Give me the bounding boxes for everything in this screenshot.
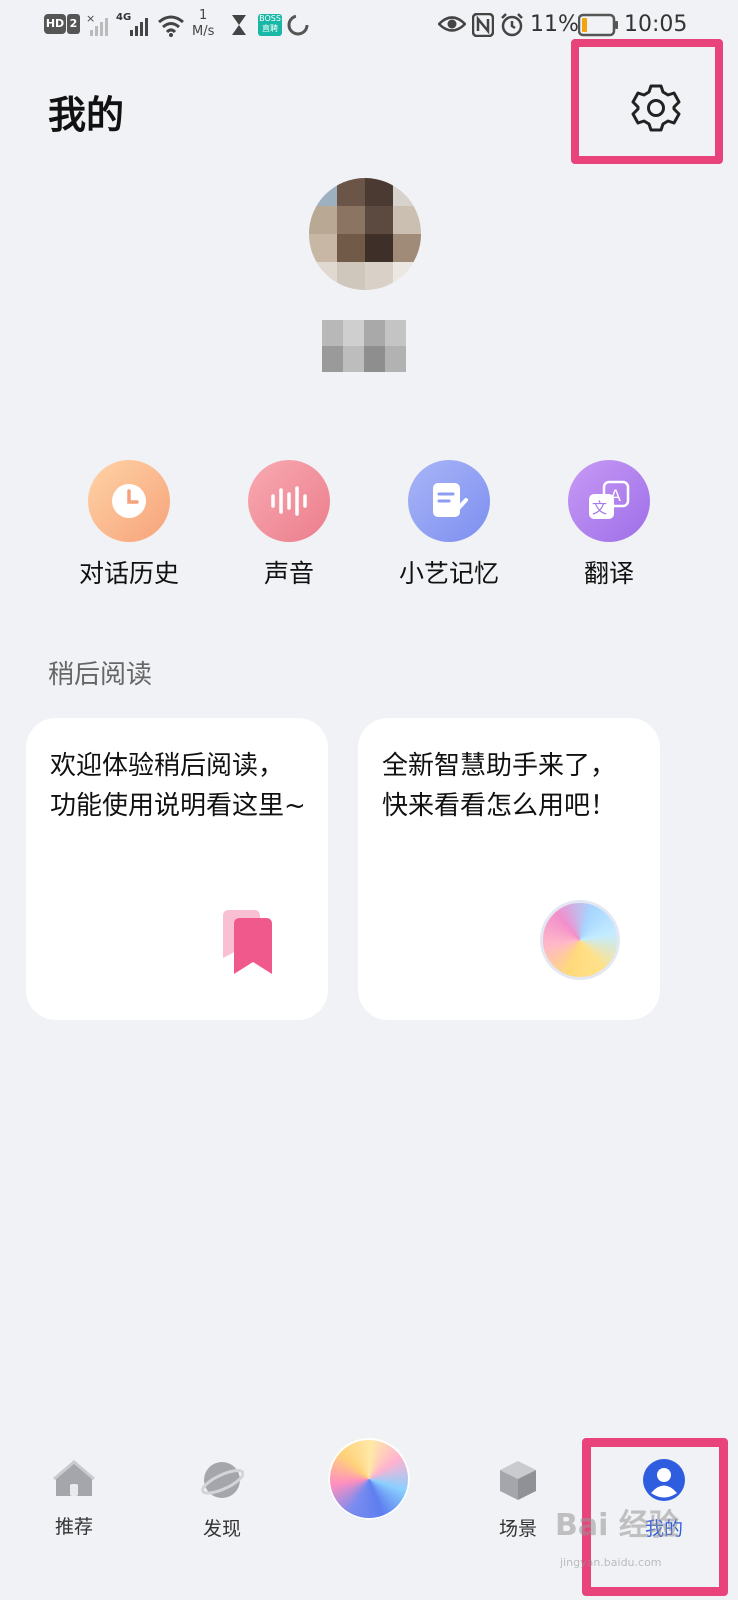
page-title: 我的	[48, 93, 125, 137]
celia-orb-icon	[540, 900, 620, 980]
avatar[interactable]	[309, 178, 421, 290]
svg-text:文: 文	[592, 499, 607, 517]
signal-icon	[130, 18, 148, 36]
svg-text:×: ×	[86, 12, 95, 25]
cube-icon	[500, 1461, 536, 1500]
quick-action-voice[interactable]: 声音	[214, 460, 364, 590]
nav-label: 场景	[498, 1518, 537, 1540]
nav-item-discover[interactable]: 发现	[172, 1458, 272, 1541]
hd-badge: HD	[44, 14, 66, 34]
waveform-icon	[248, 460, 330, 542]
nav-label: 发现	[202, 1518, 241, 1540]
nfc-icon	[472, 13, 494, 37]
nav-label: 推荐	[54, 1516, 93, 1538]
card-text: 全新智慧助手来了，快来看看怎么用吧！	[382, 751, 617, 821]
quick-action-memory[interactable]: 小艺记忆	[374, 460, 524, 590]
notepad-pen-icon	[408, 460, 490, 542]
clock-time: 10:05	[624, 12, 688, 37]
quick-action-translate[interactable]: A文 翻译	[534, 460, 684, 590]
card-text: 欢迎体验稍后阅读，功能使用说明看这里~	[50, 751, 306, 821]
clock-icon	[88, 460, 170, 542]
wifi-icon	[158, 15, 184, 37]
quick-action-history[interactable]: 对话历史	[54, 460, 204, 590]
alarm-icon	[501, 13, 523, 37]
eye-icon	[438, 16, 466, 32]
loading-circle-icon	[287, 14, 309, 36]
battery-percent: 11%	[530, 12, 579, 37]
nav-item-scenes[interactable]: 场景	[468, 1458, 568, 1541]
home-icon	[53, 1460, 95, 1496]
section-title-later-reading: 稍后阅读	[48, 660, 153, 690]
hourglass-icon	[232, 15, 246, 35]
watermark: Bai 经验	[555, 1508, 679, 1543]
quick-action-label: 翻译	[583, 559, 634, 588]
boss-app-icon: BOSS 直聘	[258, 14, 282, 36]
watermark-url: jingyan.baidu.com	[560, 1556, 662, 1569]
battery-icon	[578, 13, 618, 37]
quick-action-label: 声音	[263, 559, 314, 588]
username-blurred	[322, 320, 408, 372]
quick-action-label: 对话历史	[78, 559, 179, 588]
assistant-orb-icon[interactable]	[328, 1438, 410, 1520]
sim-badge: 2	[67, 14, 80, 34]
no-signal-icon: ×	[86, 12, 108, 36]
quick-action-label: 小艺记忆	[398, 559, 499, 588]
planet-icon	[201, 1462, 245, 1498]
bookmark-icon	[223, 910, 272, 974]
translate-icon: A文	[568, 460, 650, 542]
gear-icon[interactable]	[630, 82, 682, 134]
nav-item-recommend[interactable]: 推荐	[24, 1458, 124, 1539]
later-reading-card[interactable]: 全新智慧助手来了，快来看看怎么用吧！	[358, 718, 660, 1020]
network-speed: 1 M/s	[192, 8, 215, 39]
later-reading-card[interactable]: 欢迎体验稍后阅读，功能使用说明看这里~	[26, 718, 328, 1020]
